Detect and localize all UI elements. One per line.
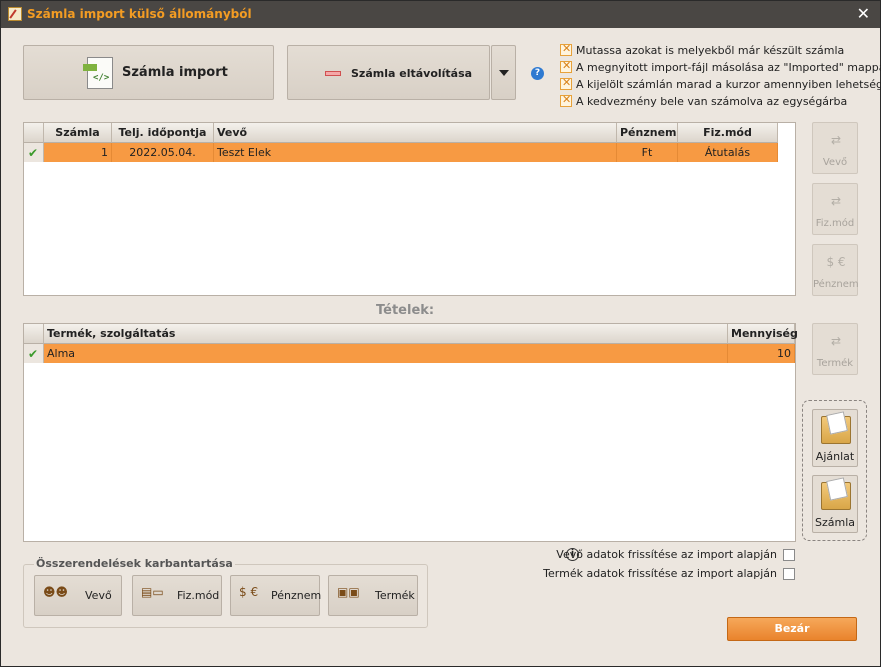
import-invoice-label: Számla import xyxy=(122,65,228,80)
offer-button-label: Ajánlat xyxy=(815,450,855,463)
payment-map-icon: ▤▭ xyxy=(141,585,164,599)
cell-szamla: 1 xyxy=(44,143,112,162)
map-termek-side-button[interactable]: ⇄ Termék xyxy=(812,323,858,375)
side-button-label: Pénznem xyxy=(813,279,859,290)
side-button-label: Vevő xyxy=(822,157,848,168)
column-header-vevo[interactable]: Vevő xyxy=(214,123,617,143)
mapping-legend: Összerendelések karbantartása xyxy=(34,557,235,570)
invoice-folder-icon xyxy=(821,477,851,510)
items-section-title: Tételek: xyxy=(376,303,435,318)
mapping-penznem-button[interactable]: $ € Pénznem xyxy=(230,575,322,616)
side-button-label: Fiz.mód xyxy=(815,218,855,229)
map-fizmod-side-button[interactable]: ⇄ Fiz.mód xyxy=(812,183,858,235)
side-button-label: Termék xyxy=(816,358,854,369)
window-title: Számla import külső állományból xyxy=(27,7,252,21)
remove-invoice-button[interactable]: Számla eltávolítása xyxy=(287,45,490,100)
close-icon[interactable]: ✕ xyxy=(857,4,870,23)
checkbox[interactable]: ✕ xyxy=(560,59,572,73)
currency-map-icon: $ € xyxy=(239,585,259,599)
product-map-icon: ▣▣ xyxy=(337,585,360,599)
mapping-penznem-label: Pénznem xyxy=(271,589,322,602)
row-marker: ✔ xyxy=(24,143,44,162)
refresh-vevo-checkbox[interactable] xyxy=(783,549,795,561)
refresh-termek-checkbox[interactable] xyxy=(783,568,795,580)
column-header-szamla[interactable]: Számla xyxy=(44,123,112,143)
option-label: A kedvezmény bele van számolva az egység… xyxy=(576,95,848,108)
customer-map-icon: ☻☻ xyxy=(43,585,69,599)
check-icon: ✔ xyxy=(28,146,39,160)
refresh-vevo-option[interactable]: Vevő adatok frissítése az import alapján xyxy=(556,548,795,561)
map-vevo-side-button[interactable]: ⇄ Vevő xyxy=(812,122,858,174)
product-map-icon: ⇄ xyxy=(830,334,842,348)
invoice-button[interactable]: Számla xyxy=(812,475,858,533)
mapping-vevo-label: Vevő xyxy=(85,589,112,602)
import-dialog: Számla import külső állományból ✕ </> Sz… xyxy=(0,0,881,667)
offer-button[interactable]: Ajánlat xyxy=(812,409,858,467)
row-marker-header xyxy=(24,324,44,344)
cell-fizmod: Átutalás xyxy=(678,143,778,162)
cell-termek: Alma xyxy=(44,344,728,363)
title-bar: Számla import külső állományból ✕ xyxy=(1,1,880,28)
close-button[interactable]: Bezár xyxy=(727,617,857,641)
invoice-button-label: Számla xyxy=(814,516,855,529)
checkbox[interactable]: ✕ xyxy=(560,76,572,90)
checkbox[interactable]: ✕ xyxy=(560,42,572,56)
items-grid[interactable]: Termék, szolgáltatás Mennyiség ✔ Alma 10 xyxy=(23,323,798,542)
option-label: Mutassa azokat is melyekből már készült … xyxy=(576,44,845,57)
check-icon: ✔ xyxy=(28,347,39,361)
option-label: A kijelölt számlán marad a kurzor amenny… xyxy=(576,78,881,91)
customer-map-icon: ⇄ xyxy=(830,133,842,147)
row-marker: ✔ xyxy=(24,344,44,363)
column-header-mennyiseg[interactable]: Mennyiség xyxy=(728,324,798,344)
cell-penznem: Ft xyxy=(617,143,678,162)
app-icon xyxy=(8,7,22,21)
mapping-termek-label: Termék xyxy=(375,589,415,602)
remove-invoice-label: Számla eltávolítása xyxy=(351,67,473,80)
cell-mennyiseg: 10 xyxy=(728,344,795,363)
xml-file-icon: </> xyxy=(83,57,113,89)
import-invoice-button[interactable]: </> Számla import xyxy=(23,45,274,100)
checkbox[interactable]: ✕ xyxy=(560,93,572,107)
offer-folder-icon xyxy=(821,411,851,444)
mapping-fizmod-button[interactable]: ▤▭ Fiz.mód xyxy=(132,575,222,616)
mapping-vevo-button[interactable]: ☻☻ Vevő xyxy=(34,575,122,616)
map-penznem-side-button[interactable]: $ € Pénznem xyxy=(812,244,859,296)
payment-map-icon: ⇄ xyxy=(830,194,842,208)
column-header-termek[interactable]: Termék, szolgáltatás xyxy=(44,324,728,344)
column-header-penznem[interactable]: Pénznem xyxy=(617,123,678,143)
refresh-termek-label: Termék adatok frissítése az import alapj… xyxy=(543,567,777,580)
minus-icon xyxy=(325,71,341,76)
refresh-termek-option[interactable]: Termék adatok frissítése az import alapj… xyxy=(543,567,795,580)
remove-dropdown-button[interactable] xyxy=(491,45,516,100)
refresh-vevo-label: Vevő adatok frissítése az import alapján xyxy=(556,548,777,561)
mapping-fizmod-label: Fiz.mód xyxy=(177,589,220,602)
column-header-datum[interactable]: Telj. időpontja xyxy=(112,123,214,143)
invoice-grid[interactable]: Számla Telj. időpontja Vevő Pénznem Fiz.… xyxy=(23,122,796,296)
cell-datum: 2022.05.04. xyxy=(112,143,214,162)
cell-vevo: Teszt Elek xyxy=(214,143,617,162)
option-label: A megnyitott import-fájl másolása az "Im… xyxy=(576,61,881,74)
chevron-down-icon xyxy=(499,70,509,76)
column-header-fizmod[interactable]: Fiz.mód xyxy=(678,123,778,143)
row-marker-header xyxy=(24,123,44,143)
mapping-termek-button[interactable]: ▣▣ Termék xyxy=(328,575,418,616)
currency-map-icon: $ € xyxy=(826,255,846,269)
help-icon[interactable]: ? xyxy=(531,67,544,80)
